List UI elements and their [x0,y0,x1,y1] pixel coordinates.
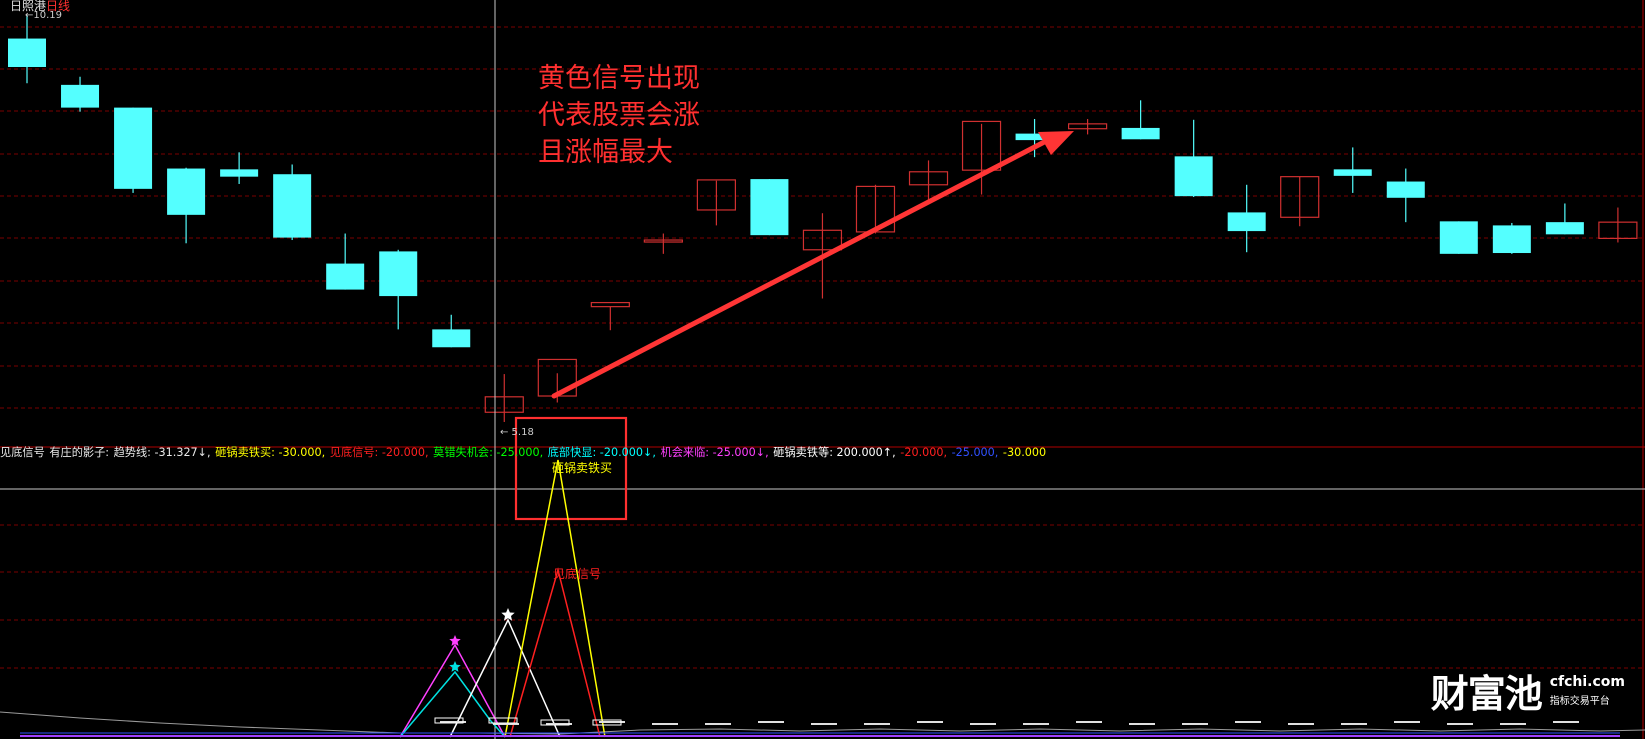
volume-dash [652,723,678,725]
volume-dash [1023,723,1049,725]
volume-dash [1235,721,1261,723]
candle-body [326,263,365,290]
legend-item: 趋势线: -31.327↓, [113,446,211,459]
volume-dash [1288,723,1314,725]
volume-dash [970,723,996,725]
annotation-line-1: 黄色信号出现 [538,63,700,94]
legend-item: -30.000 [1002,446,1047,459]
volume-dash [1447,723,1473,725]
candle-body [1439,221,1478,254]
candle-body [1386,181,1425,198]
candle-body [1121,127,1160,140]
volume-marker [488,717,518,724]
buy-signal-label: 砸锅卖铁买 [552,461,613,475]
candle-body [432,329,471,348]
trend-arrow-shaft [551,135,1055,399]
bottom-signal-label: 见底信号 [553,567,602,581]
indicator-legend: 见底信号 有庄的影子: 趋势线: -31.327↓, 砸锅卖铁买: -30.00… [0,444,1047,460]
high-price-marker: ←10.19 [25,10,63,21]
watermark-url: cfchi.com [1549,674,1625,690]
candle-body [220,169,259,177]
candle-body [379,251,418,297]
legend-item: 见底信号 [0,446,45,459]
volume-dash [1500,723,1526,725]
candle-body [1227,212,1266,232]
volume-dash [917,721,943,723]
annotation-text: 黄色信号出现 代表股票会涨 且涨幅最大 [538,60,700,171]
watermark-logo: 财富池 cfchi.com 指标交易平台 [1431,663,1625,718]
legend-item: 底部快显: -20.000↓, [547,446,656,459]
star-icon [449,661,461,672]
candle-body [1492,225,1531,254]
legend-item: 见底信号: -20.000, [329,446,429,459]
volume-dash [1129,723,1155,725]
candle-body [590,301,630,308]
annotation-line-3: 且涨幅最大 [538,137,673,168]
candle-body [167,168,206,215]
bottom-fast-signal-line [399,670,506,738]
volume-dash [1182,723,1208,725]
volume-dash [1394,721,1420,723]
volume-dash [1076,721,1102,723]
candle-body [750,179,789,236]
volume-dash [1553,721,1579,723]
volume-dash [864,723,890,725]
volume-dash [1341,723,1367,725]
legend-item: 砸锅卖铁买: -30.000, [215,446,326,459]
volume-dash [758,721,784,723]
candle-body [61,84,100,108]
legend-item: 机会来临: -25.000↓, [660,446,769,459]
legend-item: -25.000, [951,446,999,459]
candle-body [273,174,312,238]
volume-dash [705,723,731,725]
legend-item: -20.000, [900,446,948,459]
volume-dash [811,723,837,725]
watermark-tagline: 指标交易平台 [1549,696,1610,707]
wait-signal-line [449,618,561,738]
legend-item: 砸锅卖铁等: 200.000↑, [773,446,896,459]
candle-body [114,107,153,189]
legend-item: 有庄的影子: [49,446,110,459]
candle-body [1174,156,1213,197]
low-price-marker: ← 5.18 [500,427,534,438]
candle-body [1333,169,1372,176]
watermark-brand: 财富池 [1430,672,1543,716]
legend-item: 莫错失机会: -25.000, [433,446,544,459]
kline-chart[interactable] [0,0,1645,739]
candle-body [1545,222,1584,235]
annotation-line-2: 代表股票会涨 [538,100,700,131]
candle-body [8,38,46,67]
